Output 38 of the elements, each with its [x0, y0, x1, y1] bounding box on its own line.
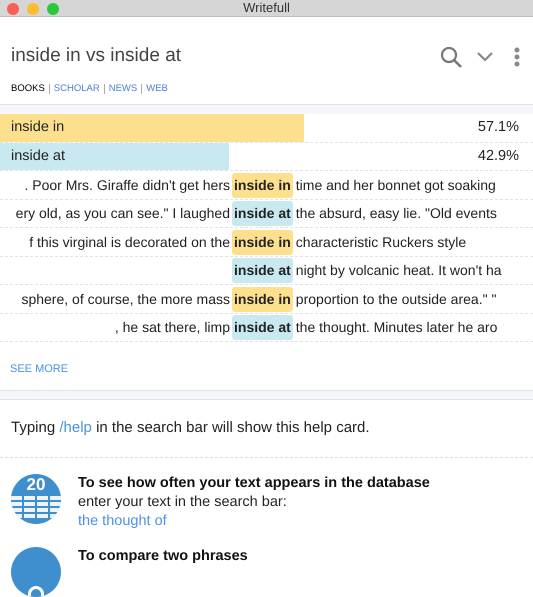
help-intro: Typing /help in the search bar will show this help card.	[10, 418, 371, 438]
keyword-highlight: inside in	[232, 286, 293, 312]
source-tab[interactable]: SCHOLAR	[54, 82, 100, 96]
context-text: time and her bonnet got soaking	[296, 176, 496, 195]
tip-title: To see how often your text appears in the database	[78, 474, 430, 493]
context-text: characteristic Ruckers style	[296, 232, 466, 252]
context-text: proportion to the outside area." "	[296, 290, 496, 309]
source-tab[interactable]: NEWS	[108, 82, 138, 96]
chevron-down-icon[interactable]	[477, 52, 493, 62]
database-icon: 20	[11, 474, 61, 524]
phrase-label: inside in	[11, 118, 64, 138]
context-text: . Poor Mrs. Giraffe didn't get hers	[24, 176, 230, 195]
source-tab[interactable]: BOOKS	[11, 82, 45, 96]
context-text: sphere, of course, the more mass	[21, 290, 230, 309]
tip-text: enter your text in the search bar:	[78, 492, 288, 512]
context-text: the absurd, easy lie. "Old events	[296, 204, 497, 224]
close-icon[interactable]	[7, 3, 19, 15]
phrase-label: inside at	[11, 146, 66, 166]
percent-label: 57.1%	[478, 118, 519, 138]
keyword-highlight: inside in	[232, 172, 293, 198]
keyword-highlight: inside in	[232, 230, 293, 255]
search-field[interactable]: inside in vs inside at	[11, 42, 439, 71]
keyword-highlight: inside at	[232, 258, 293, 284]
window-title: Writefull	[243, 0, 290, 18]
context-text: night by volcanic heat. It won't ha	[296, 261, 502, 280]
context-text: the thought. Minutes later he aro	[296, 318, 498, 338]
search-icon[interactable]	[439, 44, 463, 69]
more-icon[interactable]	[514, 46, 520, 67]
source-tab[interactable]: WEB	[146, 82, 168, 96]
tip-title: To compare two phrases	[78, 546, 248, 566]
percent-label: 42.9%	[478, 146, 519, 166]
context-text: , he sat there, limp	[114, 318, 230, 338]
keyword-highlight: inside at	[232, 201, 293, 226]
context-text: f this virginal is decorated on the	[29, 232, 230, 252]
context-text: ery old, as you can see." I laughed	[16, 204, 230, 224]
example-link[interactable]: the thought of	[78, 512, 430, 531]
keyword-highlight: inside at	[232, 315, 293, 340]
see-more-link[interactable]: SEE MORE	[10, 363, 68, 376]
